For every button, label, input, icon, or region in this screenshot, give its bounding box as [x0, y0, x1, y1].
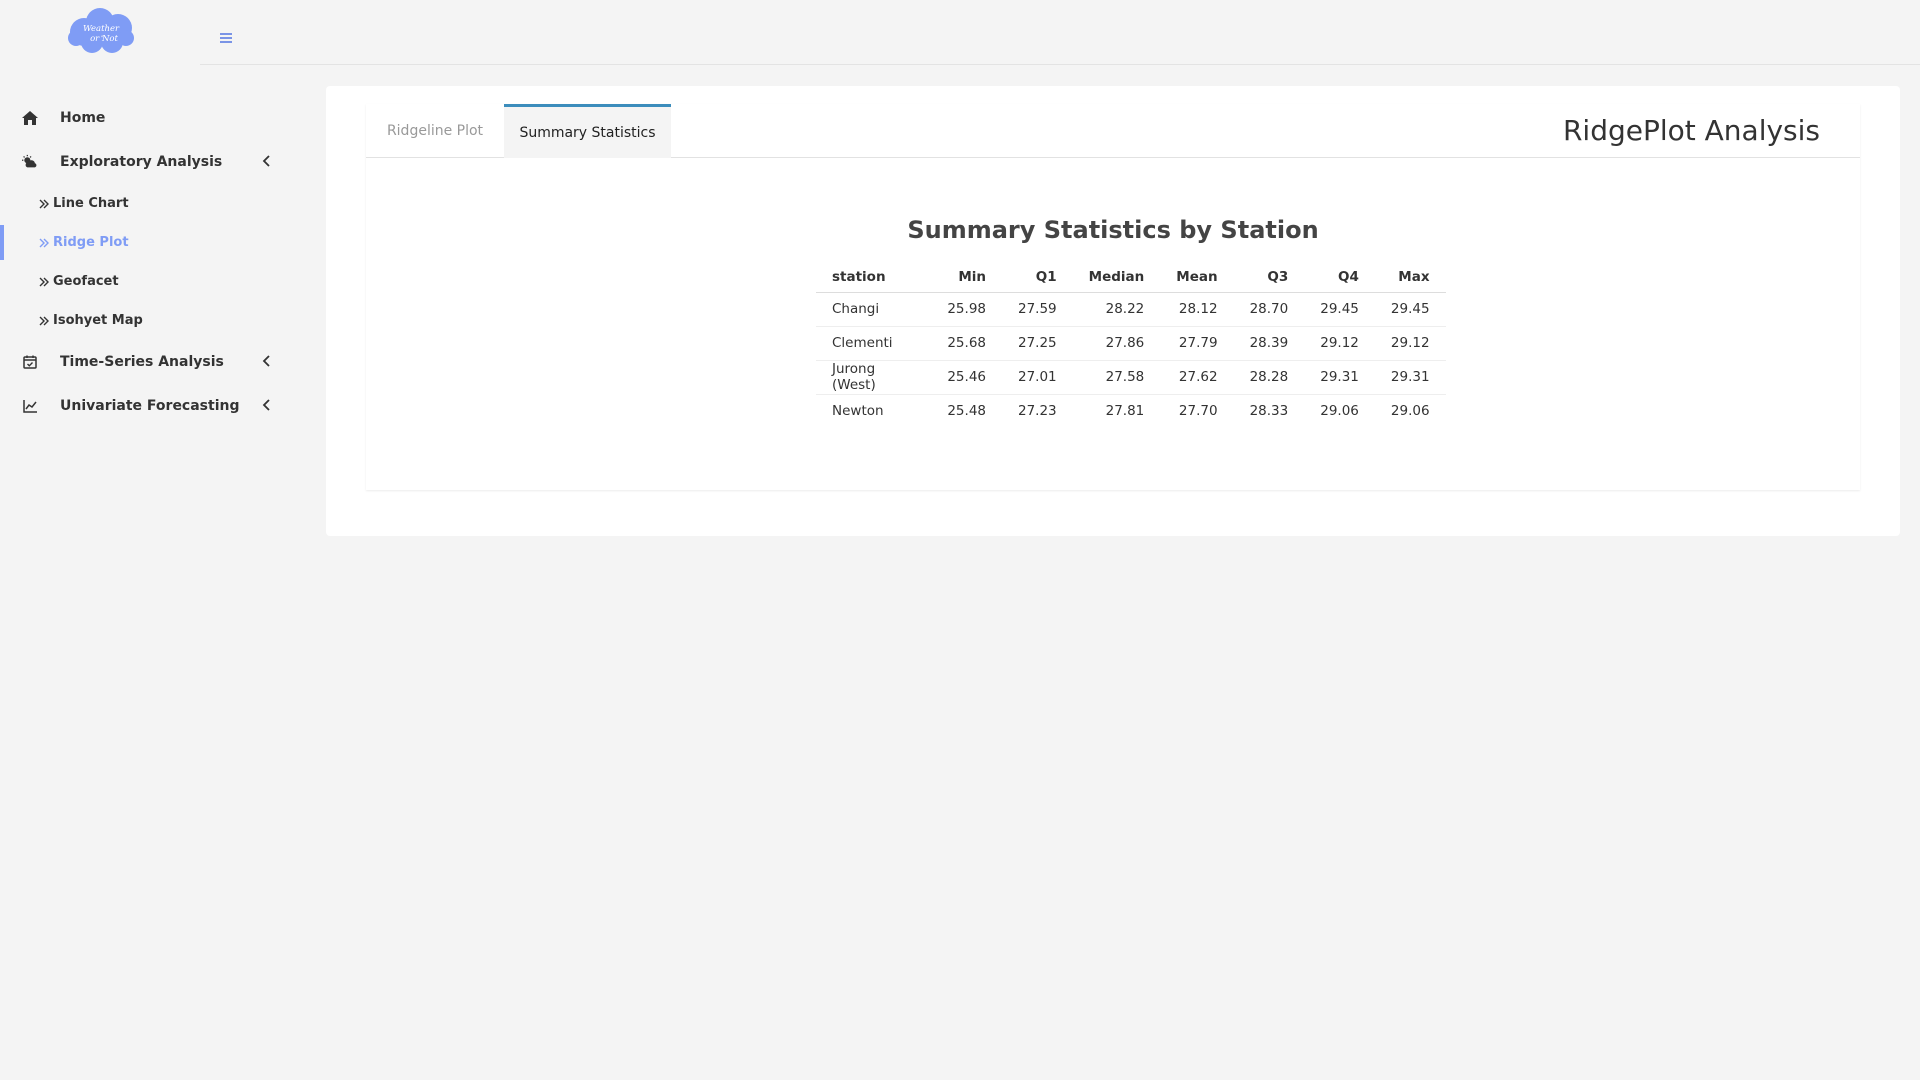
sidebar-item-label: Exploratory Analysis	[60, 154, 223, 170]
home-icon	[22, 110, 38, 126]
table-cell: 27.79	[1160, 326, 1234, 361]
cloud-logo-icon: Weather or Not	[68, 8, 134, 53]
chevron-left-icon[interactable]	[260, 354, 274, 368]
table-cell: 27.25	[1002, 326, 1073, 361]
sidebar-item-univariate-forecasting[interactable]: Univariate Forecasting	[0, 384, 280, 428]
sidebar-subitem-label: Line Chart	[53, 196, 129, 211]
panel-title: RidgePlot Analysis	[1562, 114, 1820, 147]
table-cell: 27.81	[1105, 403, 1145, 420]
tabset-box: Ridgeline Plot Summary Statistics RidgeP…	[366, 104, 1860, 490]
table-header-row: station Min Q1 Median Mean Q3 Q4 Max	[816, 262, 1446, 293]
table-cell: 28.28	[1233, 360, 1305, 395]
table-cell: 28.70	[1233, 292, 1305, 327]
table-cell: 27.23	[1018, 403, 1057, 420]
sidebar-subitem-label: Ridge Plot	[53, 235, 129, 250]
main-panel: Ridgeline Plot Summary Statistics RidgeP…	[326, 86, 1900, 536]
sidebar: Weather or Not Home Exploratory Analysis	[0, 0, 280, 1080]
column-header: Mean	[1160, 262, 1234, 293]
table-cell: 27.01	[1002, 360, 1073, 395]
column-header: Q1	[1002, 262, 1073, 293]
sidebar-subitem-line-chart[interactable]: Line Chart	[0, 184, 280, 223]
cloud-sun-icon	[22, 154, 38, 170]
sidebar-subitem-label: Isohyet Map	[53, 313, 143, 328]
table-cell: 29.31	[1304, 360, 1375, 395]
double-chevron-right-icon	[39, 238, 49, 247]
exploratory-submenu: Line Chart Ridge Plot Geofacet Isohyet M…	[0, 184, 280, 340]
sidebar-item-label: Time-Series Analysis	[60, 354, 224, 370]
hamburger-menu-icon[interactable]	[220, 32, 232, 44]
table-cell: 29.45	[1374, 292, 1446, 327]
tab-ridgeline-plot[interactable]: Ridgeline Plot	[366, 104, 504, 158]
line-chart-icon	[22, 398, 38, 414]
table-cell: 29.12	[1374, 326, 1446, 361]
table-cell: 25.48	[947, 403, 986, 420]
tab-summary-statistics[interactable]: Summary Statistics	[504, 104, 671, 158]
table-cell: 27.70	[1178, 403, 1218, 420]
double-chevron-right-icon	[39, 316, 49, 325]
sidebar-subitem-geofacet[interactable]: Geofacet	[0, 262, 280, 301]
table-row: Newton 25.48 27.23 27.81 27.70 28.33 29.…	[816, 394, 1446, 428]
table-cell: 25.68	[930, 326, 1002, 361]
chevron-left-icon[interactable]	[260, 398, 274, 412]
table-row: Clementi 25.68 27.25 27.86 27.79 28.39 2…	[816, 326, 1446, 361]
column-header: Q4	[1304, 262, 1375, 293]
table-row: Changi 25.98 27.59 28.22 28.12 28.70 29.…	[816, 292, 1446, 327]
sidebar-subitem-label: Geofacet	[53, 274, 119, 289]
table-cell: 29.12	[1304, 326, 1375, 361]
column-header: Min	[930, 262, 1002, 293]
table-cell: Clementi	[816, 326, 930, 361]
sidebar-item-exploratory-analysis[interactable]: Exploratory Analysis	[0, 140, 280, 184]
sidebar-nav: Home Exploratory Analysis Line Chart Rid…	[0, 96, 280, 428]
table-cell: 27.58	[1072, 360, 1161, 395]
tab-bar: Ridgeline Plot Summary Statistics RidgeP…	[366, 104, 1860, 158]
table-cell: 29.06	[1320, 403, 1359, 420]
column-header: Median	[1072, 262, 1161, 293]
column-header: Max	[1374, 262, 1446, 293]
sidebar-subitem-ridge-plot[interactable]: Ridge Plot	[0, 223, 280, 262]
table-cell: Newton	[832, 403, 884, 420]
topbar	[200, 0, 1920, 65]
table-title: Summary Statistics by Station	[907, 216, 1319, 244]
table-cell: Jurong (West)	[816, 360, 930, 395]
table-row: Jurong (West) 25.46 27.01 27.58 27.62 28…	[816, 360, 1446, 395]
column-header: station	[816, 262, 930, 293]
table-cell: 28.22	[1072, 292, 1161, 327]
table-cell: Changi	[816, 292, 930, 327]
table-cell: 29.45	[1304, 292, 1375, 327]
brand-logo[interactable]: Weather or Not	[66, 6, 136, 54]
logo-text-line1: Weather	[83, 24, 120, 34]
logo-text-line2: or Not	[90, 34, 118, 44]
sidebar-item-label: Univariate Forecasting	[60, 398, 240, 414]
table-cell: 27.62	[1160, 360, 1234, 395]
table-cell: 29.06	[1390, 403, 1430, 420]
table-cell: 28.39	[1233, 326, 1305, 361]
table-cell: 25.98	[930, 292, 1002, 327]
table-cell: 29.31	[1374, 360, 1446, 395]
table-cell: 28.33	[1249, 403, 1289, 420]
sidebar-subitem-isohyet-map[interactable]: Isohyet Map	[0, 301, 280, 340]
table-cell: 25.46	[930, 360, 1002, 395]
column-header: Q3	[1233, 262, 1305, 293]
chevron-left-icon[interactable]	[260, 154, 274, 168]
calendar-check-icon	[22, 354, 38, 370]
summary-stats-table: station Min Q1 Median Mean Q3 Q4 Max Cha…	[816, 262, 1446, 428]
double-chevron-right-icon	[39, 277, 49, 286]
table-cell: 27.86	[1072, 326, 1161, 361]
sidebar-item-time-series-analysis[interactable]: Time-Series Analysis	[0, 340, 280, 384]
table-cell: 27.59	[1002, 292, 1073, 327]
sidebar-item-label: Home	[60, 110, 106, 126]
sidebar-item-home[interactable]: Home	[0, 96, 280, 140]
double-chevron-right-icon	[39, 199, 49, 208]
table-cell: 28.12	[1160, 292, 1234, 327]
